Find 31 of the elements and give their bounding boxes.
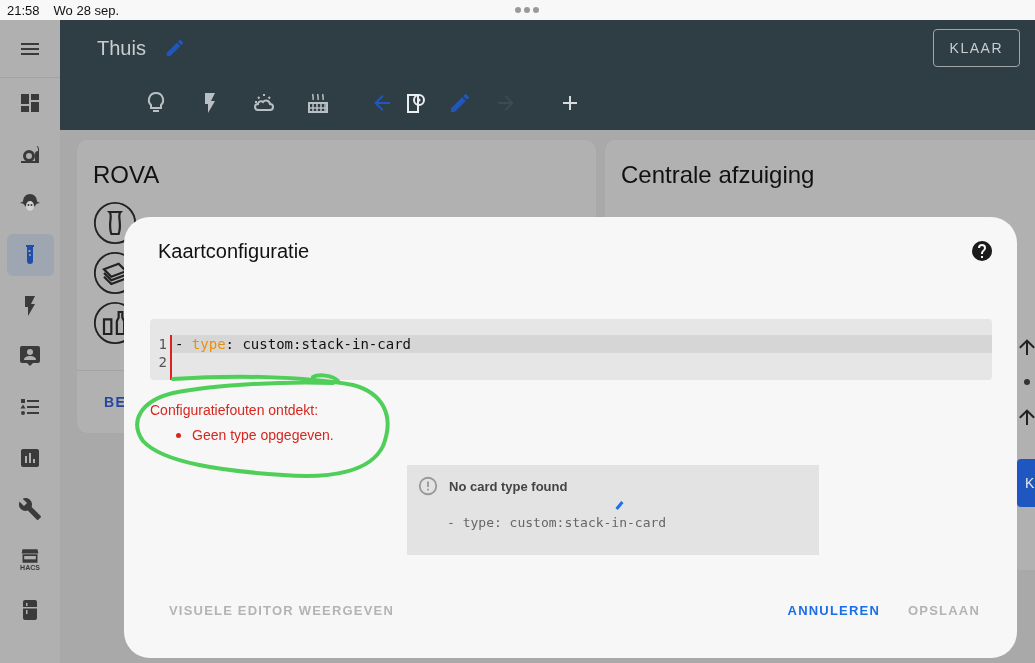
wrench-icon: [18, 496, 42, 521]
view-tab[interactable]: [404, 91, 428, 115]
error-message: Geen type opgegeven.: [192, 427, 334, 443]
card-title: ROVA: [92, 160, 161, 190]
preview-title: No card type found: [449, 478, 568, 494]
status-date: Wo 28 sep.: [53, 2, 120, 18]
cursor-icon: [615, 501, 624, 510]
dialog-title: Kaartconfiguratie: [158, 239, 310, 263]
error-heading: Configuratiefouten ontdekt:: [150, 402, 320, 418]
card-link[interactable]: BE: [104, 394, 127, 410]
code-editor[interactable]: 1 2 - type: custom:stack-in-card: [150, 319, 992, 380]
status-time: 21:58: [7, 2, 40, 18]
done-button[interactable]: KLAAR: [932, 29, 1020, 67]
help-icon[interactable]: [970, 239, 994, 263]
line-number: 2: [158, 353, 167, 371]
card-title: Centrale afzuiging: [620, 160, 816, 190]
preview-code: - type: custom:stack-in-card: [447, 515, 667, 530]
view-tab[interactable]: [306, 91, 330, 115]
info-icon: [417, 475, 439, 497]
account-card-icon: [18, 344, 42, 369]
toilet-paper-icon: [404, 91, 428, 115]
dot-icon: [1024, 379, 1030, 385]
bullet-icon: [176, 432, 181, 438]
dashboard-title: Thuis: [97, 36, 146, 60]
more-icon: [515, 7, 540, 13]
dialog-button[interactable]: ANNULEREN: [787, 598, 881, 622]
sidebar-item[interactable]: [6, 234, 54, 277]
line-number: 1: [158, 335, 167, 353]
dashboard-icon: [18, 91, 42, 115]
radiator-icon: [306, 91, 330, 115]
action-button[interactable]: K: [1017, 459, 1035, 507]
